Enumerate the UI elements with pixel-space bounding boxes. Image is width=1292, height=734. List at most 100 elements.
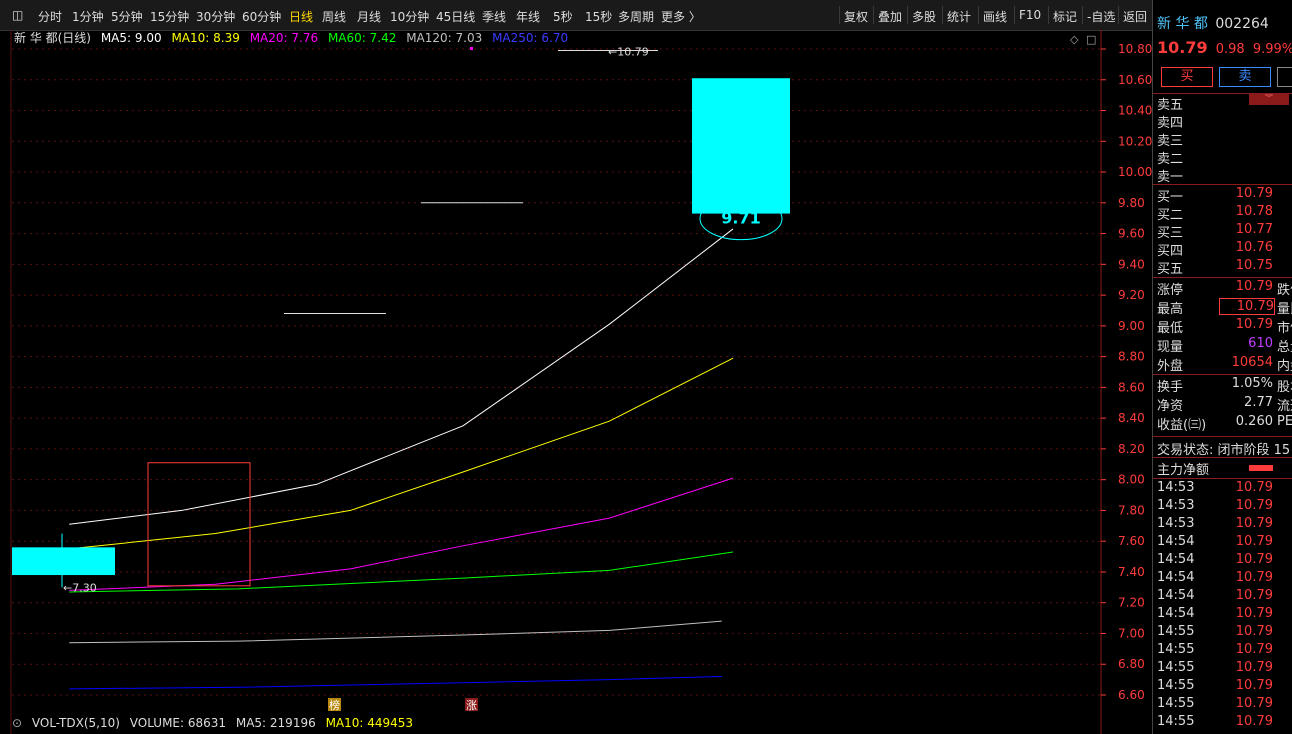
tick-price: 10.79: [1235, 624, 1273, 639]
event-marker-rank[interactable]: 榜: [329, 698, 340, 712]
stat-label: 最低: [1157, 321, 1184, 336]
toolbar-action-1[interactable]: 叠加: [878, 8, 902, 25]
y-tick-label: 10.40: [1118, 104, 1152, 118]
buy-level-label: 买二: [1157, 208, 1184, 223]
vol-ma5: MA5: 219196: [235, 716, 316, 730]
kline-chart[interactable]: 10.80 10.60 10.40 10.20 10.00 9.80 9.60 9.40 9.2…: [0, 30, 1152, 734]
drawn-rectangle[interactable]: [147, 462, 251, 587]
sell-level-label: 卖一: [1157, 170, 1184, 185]
candle-1[interactable]: [692, 78, 790, 214]
y-tick-label: 8.00: [1118, 473, 1145, 487]
toolbar-action-4[interactable]: 画线: [983, 8, 1007, 25]
candle-0[interactable]: [12, 547, 115, 576]
period-tab-14[interactable]: 15秒: [585, 8, 612, 25]
panel-divider: [1153, 184, 1292, 185]
period-tab-12[interactable]: 年线: [516, 8, 540, 25]
buy-level-label: 买四: [1157, 244, 1184, 259]
stat-value: 10.79: [1219, 298, 1275, 315]
buy-level-price: 10.79: [1235, 186, 1273, 201]
toolbar-action-0[interactable]: 复权: [844, 8, 868, 25]
stat-extra-label: 市值: [1277, 321, 1292, 336]
ma-line-ma20: [69, 477, 734, 591]
period-tab-1[interactable]: 1分钟: [72, 8, 104, 25]
period-tab-16[interactable]: 更多 〉: [661, 8, 701, 25]
y-tick-label: 7.20: [1118, 596, 1145, 610]
tick-price: 10.79: [1235, 570, 1273, 585]
vol-indicator-name[interactable]: VOL-TDX(5,10): [32, 716, 120, 730]
period-tab-2[interactable]: 5分钟: [111, 8, 143, 25]
tick-price: 10.79: [1235, 480, 1273, 495]
period-tab-15[interactable]: 多周期: [618, 8, 654, 25]
diamond-icon[interactable]: ◇: [1070, 33, 1079, 46]
tick-time: 14:53: [1157, 516, 1195, 531]
period-tab-3[interactable]: 15分钟: [150, 8, 189, 25]
tick-price: 10.79: [1235, 498, 1273, 513]
sell-level-label: 卖四: [1157, 116, 1184, 131]
period-tab-0[interactable]: 分时: [38, 8, 62, 25]
toolbar-separator: [942, 6, 943, 24]
stat-extra-label: 量比: [1277, 302, 1292, 317]
toolbar-action-6[interactable]: 标记: [1053, 8, 1077, 25]
ma120-legend: MA120: 7.03: [406, 31, 483, 45]
period-tab-11[interactable]: 季线: [482, 8, 506, 25]
tick-time: 14:53: [1157, 498, 1195, 513]
tick-time: 14:54: [1157, 588, 1195, 603]
stat-label: 涨停: [1157, 283, 1184, 298]
event-marker-limit-up[interactable]: 涨: [466, 699, 477, 712]
period-tab-10[interactable]: 45日线: [436, 8, 475, 25]
tick-price: 10.79: [1235, 552, 1273, 567]
period-tab-8[interactable]: 月线: [357, 8, 381, 25]
chart-title: 新 华 都(日线): [14, 31, 91, 45]
period-tab-13[interactable]: 5秒: [553, 8, 573, 25]
period-tab-6[interactable]: 日线: [289, 8, 313, 25]
sell-button[interactable]: 卖: [1219, 67, 1271, 87]
y-tick-label: 7.80: [1118, 503, 1145, 517]
kline-canvas[interactable]: 10.80 10.60 10.40 10.20 10.00 9.80 9.60 9.40 9.2…: [0, 30, 1152, 734]
buy-level-label: 买五: [1157, 262, 1184, 277]
stat-extra-label: 内盘: [1277, 359, 1292, 374]
y-tick-label: 8.80: [1118, 350, 1145, 364]
y-tick-label: 10.80: [1118, 42, 1152, 56]
tick-time: 14:55: [1157, 678, 1195, 693]
ma-line-ma250: [69, 676, 722, 690]
more-trade-button[interactable]: [1277, 67, 1292, 87]
stat-value: 10654: [1231, 355, 1273, 370]
toolbar-separator: [907, 6, 908, 24]
y-tick-label: 8.60: [1118, 380, 1145, 394]
toolbar-action-7[interactable]: -自选: [1087, 8, 1115, 25]
period-tab-4[interactable]: 30分钟: [196, 8, 235, 25]
tick-time: 14:54: [1157, 534, 1195, 549]
y-tick-label: 10.00: [1118, 165, 1152, 179]
panel-divider: [1153, 277, 1292, 278]
collapse-icon[interactable]: ⊙: [12, 716, 22, 730]
period-tab-9[interactable]: 10分钟: [390, 8, 429, 25]
stat-value: 610: [1248, 336, 1273, 351]
ma5-legend: MA5: 9.00: [100, 31, 162, 45]
panel-divider: [1153, 478, 1292, 479]
buy-button[interactable]: 买: [1161, 67, 1213, 87]
stat-extra-label: 总量: [1277, 340, 1292, 355]
stat2-value: 2.77: [1244, 395, 1273, 410]
square-icon[interactable]: □: [1086, 33, 1096, 46]
stat-label: 外盘: [1157, 359, 1184, 374]
toolbar-action-3[interactable]: 统计: [947, 8, 971, 25]
ma20-legend: MA20: 7.76: [249, 31, 319, 45]
toolbar-action-8[interactable]: 返回: [1123, 8, 1147, 25]
high-label: ←10.79: [608, 46, 649, 59]
price-change: 0.98: [1215, 42, 1245, 57]
period-tab-7[interactable]: 周线: [322, 8, 346, 25]
toolbar-action-5[interactable]: F10: [1019, 8, 1041, 22]
vol-ma10: MA10: 449453: [325, 716, 414, 730]
layout-toggle-icon[interactable]: ◫: [12, 8, 23, 22]
ma-dot-marker: [470, 47, 473, 50]
panel-divider: [1153, 457, 1292, 458]
ma250-legend: MA250: 6.70: [492, 31, 569, 45]
y-tick-label: 7.40: [1118, 565, 1145, 579]
toolbar-action-2[interactable]: 多股: [912, 8, 936, 25]
buy-level-label: 买三: [1157, 226, 1184, 241]
y-tick-label: 6.80: [1118, 657, 1145, 671]
last-price: 10.79: [1157, 38, 1208, 57]
period-tab-5[interactable]: 60分钟: [242, 8, 281, 25]
stat2-extra-label: 流通: [1277, 399, 1292, 414]
expand-icon[interactable]: ︾: [1249, 93, 1289, 105]
